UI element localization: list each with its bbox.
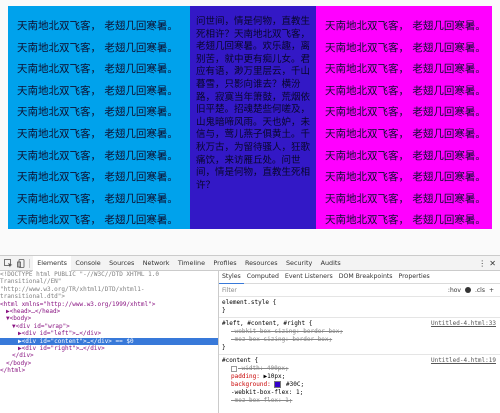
- right-column-line: 天南地北双飞客， 老翅几回寒暑。: [325, 63, 486, 76]
- right-column-line: 天南地北双飞客， 老翅几回寒暑。: [325, 149, 486, 162]
- tab-resources[interactable]: Resources: [241, 256, 282, 270]
- devtools-panel: Elements Console Sources Network Timelin…: [0, 255, 500, 413]
- tab-audits[interactable]: Audits: [316, 256, 344, 270]
- right-column-line: 天南地北双飞客， 老翅几回寒暑。: [325, 106, 486, 119]
- dom-head-node[interactable]: ▶<head>…</head>: [0, 308, 218, 315]
- dom-doctype-line[interactable]: Transitional//EN": [0, 278, 218, 285]
- dom-right-node[interactable]: ▶<div id="right">…</div>: [0, 345, 218, 352]
- css-property[interactable]: -moz-box-flex: 1;: [222, 397, 497, 405]
- tab-timeline[interactable]: Timeline: [174, 256, 210, 270]
- styles-filter-bar: Filter :hov .cls +: [219, 284, 500, 297]
- tab-network[interactable]: Network: [139, 256, 174, 270]
- property-checkbox[interactable]: [231, 365, 237, 372]
- left-column-line: 天南地北双飞客， 老翅几回寒暑。: [17, 171, 178, 184]
- css-property[interactable]: -webkit-box-sizing: border-box;: [222, 328, 497, 336]
- left-column-line: 天南地北双飞客， 老翅几回寒暑。: [17, 127, 178, 140]
- styles-subtabs: Styles Computed Event Listeners DOM Brea…: [219, 271, 500, 284]
- add-rule-button[interactable]: +: [489, 287, 494, 294]
- dom-html-node[interactable]: <html xmlns="http://www.w3.org/1999/xhtm…: [0, 301, 218, 308]
- wrap-container: 天南地北双飞客， 老翅几回寒暑。 天南地北双飞客， 老翅几回寒暑。 天南地北双飞客，…: [8, 6, 492, 229]
- right-column: 天南地北双飞客， 老翅几回寒暑。 天南地北双飞客， 老翅几回寒暑。 天南地北双飞客，…: [316, 6, 492, 229]
- right-column-line: 天南地北双飞客， 老翅几回寒暑。: [325, 41, 486, 54]
- right-column-line: 天南地北双飞客， 老翅几回寒暑。: [325, 192, 486, 205]
- devtools-toolbar: Elements Console Sources Network Timelin…: [0, 255, 500, 271]
- device-mode-icon[interactable]: [16, 258, 26, 268]
- dom-doctype-line[interactable]: <!DOCTYPE html PUBLIC "-//W3C//DTD XHTML…: [0, 271, 218, 278]
- dom-content-node-selected[interactable]: ▶<div id="content">…</div> == $0: [0, 337, 218, 345]
- close-icon[interactable]: ✕: [489, 259, 496, 268]
- left-column-line: 天南地北双飞客， 老翅几回寒暑。: [17, 192, 178, 205]
- rule-close: }: [222, 307, 226, 314]
- content-column: 问世间，情是何物，直教生死相许？天南地北双飞客，老翅几回寒暑。欢乐趣，离别苦，就…: [190, 6, 316, 229]
- subtab-event-listeners[interactable]: Event Listeners: [282, 271, 336, 283]
- css-property[interactable]: background: #30C;: [222, 381, 497, 389]
- style-rule-element: element.style { }: [219, 297, 500, 318]
- css-property[interactable]: width: 400px;: [222, 365, 497, 373]
- css-property[interactable]: padding: ▶10px;: [222, 373, 497, 381]
- style-rule-columns: Untitled-4.html:33 #left, #content, #rig…: [219, 318, 500, 355]
- color-swatch-icon[interactable]: [274, 381, 282, 388]
- dom-wrap-node[interactable]: ▼<div id="wrap">: [0, 323, 218, 330]
- rendered-page: 天南地北双飞客， 老翅几回寒暑。 天南地北双飞客， 老翅几回寒暑。 天南地北双飞客，…: [0, 0, 500, 255]
- dom-tree: <!DOCTYPE html PUBLIC "-//W3C//DTD XHTML…: [0, 271, 219, 413]
- css-property[interactable]: -moz-box-sizing: border-box;: [222, 336, 497, 344]
- dom-left-node[interactable]: ▶<div id="left">…</div>: [0, 330, 218, 337]
- tab-sources[interactable]: Sources: [105, 256, 139, 270]
- tab-security[interactable]: Security: [282, 256, 317, 270]
- dom-html-close[interactable]: </html>: [0, 367, 218, 374]
- left-column-line: 天南地北双飞客， 老翅几回寒暑。: [17, 149, 178, 162]
- tab-profiles[interactable]: Profiles: [209, 256, 241, 270]
- tab-console[interactable]: Console: [71, 256, 105, 270]
- dom-wrap-close[interactable]: </div>: [0, 352, 218, 359]
- toolbar-divider: [29, 258, 30, 268]
- more-options-icon[interactable]: ⋮: [478, 259, 486, 268]
- left-column-line: 天南地北双飞客， 老翅几回寒暑。: [17, 106, 178, 119]
- right-column-line: 天南地北双飞客， 老翅几回寒暑。: [325, 127, 486, 140]
- rule-source-link[interactable]: Untitled-4.html:19: [431, 357, 496, 365]
- dom-doctype-line[interactable]: transitional.dtd">: [0, 293, 218, 300]
- right-column-line: 天南地北双飞客， 老翅几回寒暑。: [325, 171, 486, 184]
- css-property[interactable]: -webkit-box-flex: 1;: [222, 389, 497, 397]
- dom-doctype-line[interactable]: "http://www.w3.org/TR/xhtml1/DTD/xhtml1-: [0, 286, 218, 293]
- left-column-line: 天南地北双飞客， 老翅几回寒暑。: [17, 84, 178, 97]
- dom-body-node[interactable]: ▼<body>: [0, 315, 218, 322]
- hov-toggle[interactable]: :hov: [448, 287, 461, 294]
- right-column-line: 天南地北双飞客， 老翅几回寒暑。: [325, 20, 486, 32]
- inspect-element-icon[interactable]: [3, 258, 13, 268]
- left-column-line: 天南地北双飞客， 老翅几回寒暑。: [17, 63, 178, 76]
- right-column-line: 天南地北双飞客， 老翅几回寒暑。: [325, 84, 486, 97]
- left-column-line: 天南地北双飞客， 老翅几回寒暑。: [17, 41, 178, 54]
- styles-pane: Styles Computed Event Listeners DOM Brea…: [219, 271, 500, 413]
- subtab-properties[interactable]: Properties: [396, 271, 433, 283]
- filter-input[interactable]: Filter: [222, 287, 237, 294]
- left-column: 天南地北双飞客， 老翅几回寒暑。 天南地北双飞客， 老翅几回寒暑。 天南地北双飞客，…: [8, 6, 190, 229]
- rule-selector[interactable]: element.style {: [222, 299, 497, 307]
- subtab-dom-breakpoints[interactable]: DOM Breakpoints: [336, 271, 396, 283]
- style-rule-content: Untitled-4.html:19 #content { width: 400…: [219, 355, 500, 407]
- rule-close: }: [222, 344, 226, 351]
- right-column-line: 天南地北双飞客， 老翅几回寒暑。: [325, 214, 486, 227]
- tab-elements[interactable]: Elements: [33, 255, 72, 271]
- dom-body-close[interactable]: </body>: [0, 360, 218, 367]
- toggle-color-icon[interactable]: [464, 286, 471, 293]
- cls-toggle[interactable]: .cls: [475, 287, 485, 294]
- left-column-line: 天南地北双飞客， 老翅几回寒暑。: [17, 20, 178, 32]
- subtab-styles[interactable]: Styles: [219, 271, 244, 284]
- left-column-line: 天南地北双飞客， 老翅几回寒暑。: [17, 214, 178, 227]
- content-text: 问世间，情是何物，直教生死相许？天南地北双飞客，老翅几回寒暑。欢乐趣，离别苦，就…: [196, 16, 311, 191]
- rule-source-link[interactable]: Untitled-4.html:33: [431, 320, 496, 328]
- subtab-computed[interactable]: Computed: [244, 271, 282, 283]
